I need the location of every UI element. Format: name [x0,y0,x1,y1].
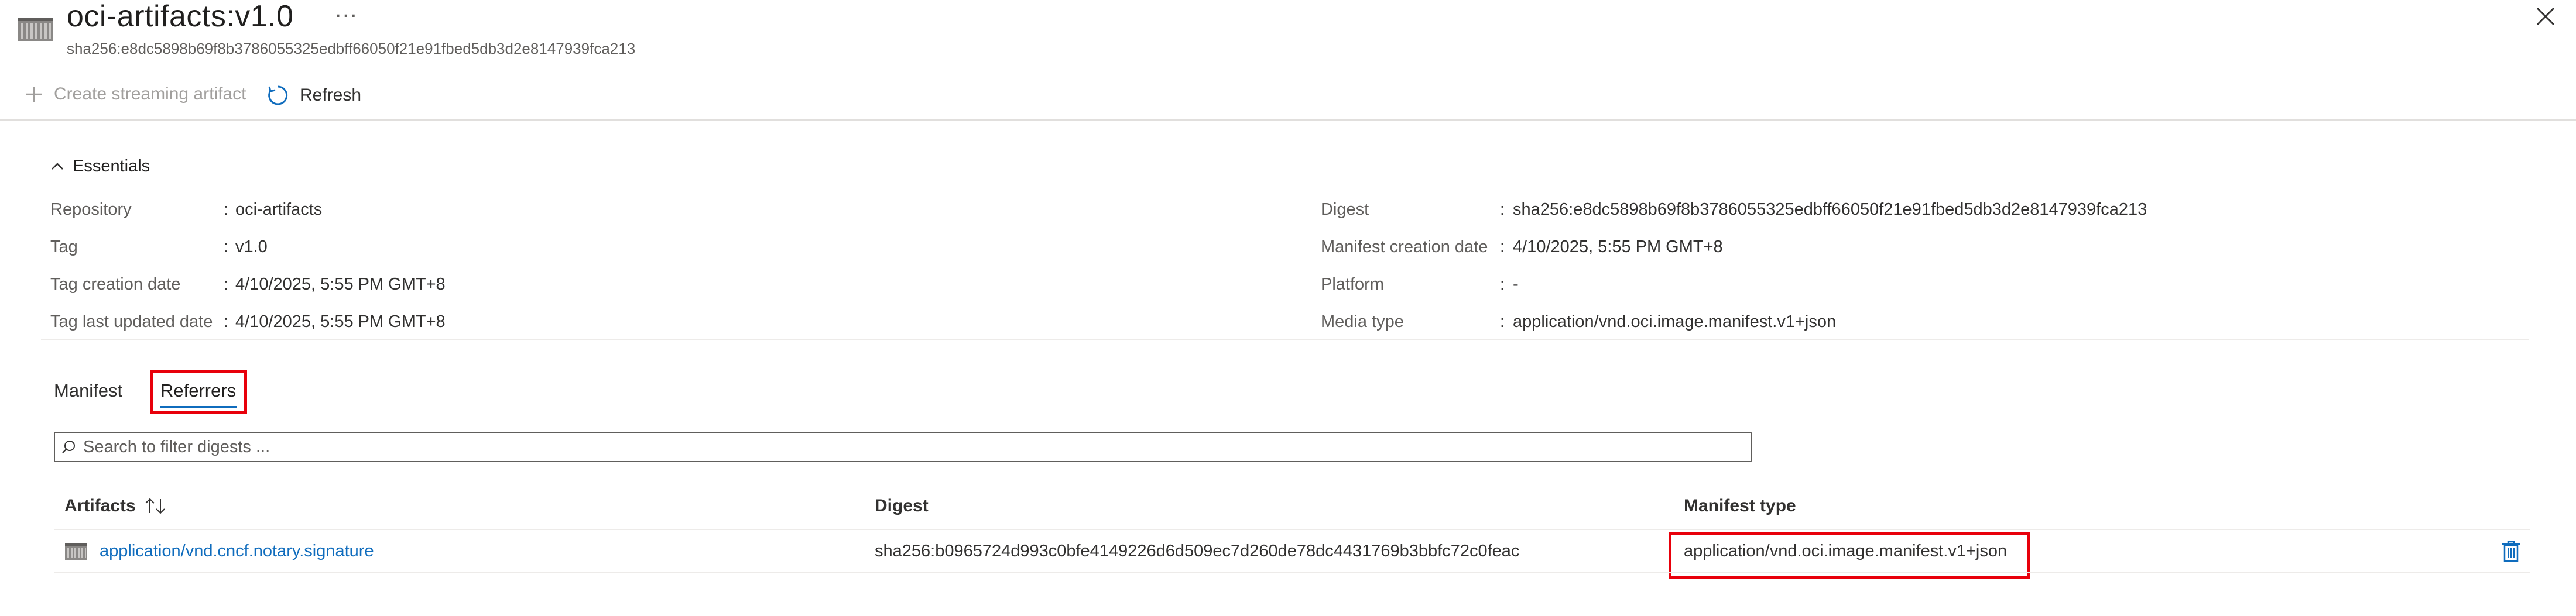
container-image-icon [65,543,87,560]
column-header-digest[interactable]: Digest [875,496,929,516]
create-streaming-artifact-button[interactable]: Create streaming artifact [25,84,246,104]
essentials-divider [41,339,2529,340]
separator: : [224,312,229,331]
repository-label: Repository [50,200,132,219]
separator: : [224,200,229,219]
digest-value: sha256:e8dc5898b69f8b3786055325edbff6605… [1513,200,2147,219]
tag-value: v1.0 [235,238,268,256]
chevron-up-icon [52,162,63,170]
refresh-label: Refresh [300,85,362,105]
platform-label: Platform [1321,275,1384,294]
toolbar-divider [0,119,2576,121]
separator: : [1500,275,1505,294]
table-row-divider [54,572,2530,573]
column-header-artifacts-label: Artifacts [64,496,136,515]
tag-label: Tag [50,238,78,256]
repository-value: oci-artifacts [235,200,323,219]
container-image-icon [18,18,53,41]
media-type-value: application/vnd.oci.image.manifest.v1+js… [1513,312,1837,331]
separator: : [224,238,229,256]
column-header-manifest-type[interactable]: Manifest type [1684,496,1796,516]
more-options-button[interactable]: ... [335,0,358,23]
separator: : [1500,312,1505,331]
page-title: oci-artifacts:v1.0 [67,0,294,33]
search-box[interactable] [54,432,1752,462]
tag-last-updated-value: 4/10/2025, 5:55 PM GMT+8 [235,312,446,331]
table-row-artifact-cell: application/vnd.cncf.notary.signature [64,542,374,561]
digest-label: Digest [1321,200,1369,219]
separator: : [1500,238,1505,256]
column-header-artifacts[interactable]: Artifacts [64,496,169,516]
tag-creation-date-label: Tag creation date [50,275,181,294]
search-icon [62,441,75,453]
plus-icon [26,87,42,102]
platform-value: - [1513,275,1519,294]
tag-creation-date-value: 4/10/2025, 5:55 PM GMT+8 [235,275,446,294]
media-type-label: Media type [1321,312,1404,331]
manifest-creation-date-label: Manifest creation date [1321,238,1488,256]
tab-manifest[interactable]: Manifest [54,380,122,401]
essentials-label: Essentials [73,157,150,175]
delete-icon[interactable] [2500,539,2522,563]
search-input[interactable] [82,436,1751,457]
separator: : [224,275,229,294]
artifact-link[interactable]: application/vnd.cncf.notary.signature [100,542,374,561]
table-row-digest-cell: sha256:b0965724d993c0bfe4149226d6d509ec7… [875,542,1520,560]
sort-icon[interactable] [143,497,169,515]
separator: : [1500,200,1505,219]
page-subtitle-digest: sha256:e8dc5898b69f8b3786055325edbff6605… [67,40,636,57]
tab-highlight-box [150,370,247,414]
table-header-divider [54,529,2530,530]
tag-last-updated-label: Tag last updated date [50,312,213,331]
essentials-toggle[interactable]: Essentials [50,157,150,176]
refresh-button[interactable]: Refresh [267,84,361,106]
close-icon[interactable] [2532,2,2560,30]
manifest-creation-date-value: 4/10/2025, 5:55 PM GMT+8 [1513,238,1723,256]
create-streaming-artifact-label: Create streaming artifact [54,84,246,104]
refresh-icon [268,85,288,105]
